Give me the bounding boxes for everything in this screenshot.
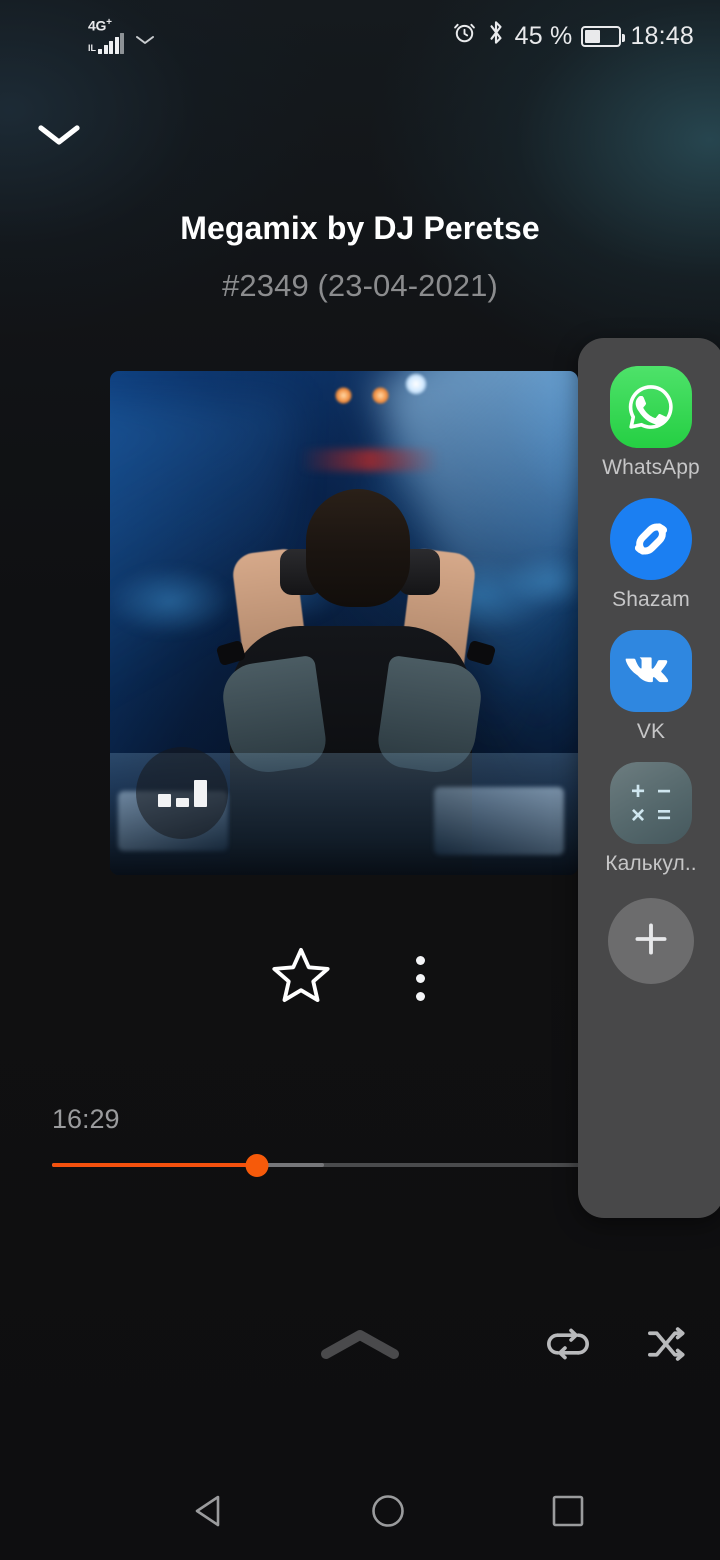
square-recents-icon: [551, 1494, 585, 1533]
status-bar-left: 4G+ IL: [88, 16, 155, 55]
share-item-label: Shazam: [612, 588, 690, 611]
elapsed-time-label: 16:29: [52, 1104, 120, 1134]
chevron-down-icon: [135, 33, 155, 51]
status-bar-right: 45 % 18:48: [452, 19, 694, 53]
seek-progress: [52, 1163, 258, 1167]
share-item-label: Калькул..: [605, 852, 697, 875]
player-bottom-controls: [0, 1300, 720, 1396]
shuffle-icon: [643, 1321, 689, 1372]
share-panel: WhatsApp Shazam VK + − × = Калькул..: [578, 338, 720, 1218]
circle-home-icon: [370, 1493, 406, 1534]
repeat-button[interactable]: [534, 1312, 602, 1380]
share-item-label: WhatsApp: [602, 456, 700, 479]
add-shortcut-button[interactable]: [608, 898, 694, 984]
phone-screen: 4G+ IL 45 % 18:48 Megamix by DJ Peretse …: [0, 0, 720, 1560]
shazam-icon: [610, 498, 692, 580]
nav-home-button[interactable]: [328, 1466, 448, 1560]
page-subtitle: #2349 (23-04-2021): [222, 268, 498, 303]
chevron-up-icon: [318, 1324, 402, 1369]
nav-recents-button[interactable]: [508, 1466, 628, 1560]
status-bar-clock: 18:48: [630, 21, 694, 50]
alarm-clock-icon: [452, 20, 477, 52]
calc-symbol-times: ×: [630, 802, 645, 829]
page-title: Megamix by DJ Peretse: [180, 210, 540, 246]
battery-icon: [581, 25, 626, 47]
star-outline-icon: [268, 943, 334, 1012]
network-type-text: 4G: [88, 17, 107, 34]
share-item-whatsapp[interactable]: WhatsApp: [578, 366, 720, 480]
album-artwork[interactable]: [110, 371, 578, 875]
share-item-vk[interactable]: VK: [578, 630, 720, 744]
calc-symbol-plus: +: [630, 778, 645, 805]
collapse-player-button[interactable]: [30, 108, 88, 166]
signal-row: IL: [88, 33, 124, 55]
plus-icon: [629, 917, 673, 966]
share-item-calculator[interactable]: + − × = Калькул..: [578, 762, 720, 876]
network-indicator: 4G+ IL: [88, 16, 124, 55]
nav-back-button[interactable]: [148, 1466, 268, 1560]
whatsapp-icon: [610, 366, 692, 448]
vk-icon: [610, 630, 692, 712]
triangle-back-icon: [191, 1493, 225, 1534]
android-nav-bar: [0, 1466, 720, 1560]
favorite-button[interactable]: [264, 940, 338, 1014]
bluetooth-icon: [486, 19, 506, 53]
battery-percent-label: 45 %: [514, 21, 573, 50]
chevron-down-icon: [36, 121, 82, 154]
network-sub-label: IL: [88, 43, 96, 54]
share-item-label: VK: [636, 720, 666, 743]
calc-symbol-equals: =: [656, 802, 671, 829]
network-type-label: 4G+: [88, 16, 112, 34]
more-vertical-icon: [415, 955, 425, 1001]
equalizer-icon: [136, 747, 228, 839]
calc-symbol-minus: −: [656, 778, 671, 805]
expand-queue-button[interactable]: [312, 1310, 408, 1382]
more-options-button[interactable]: [396, 944, 444, 1012]
repeat-icon: [545, 1321, 591, 1372]
shuffle-button[interactable]: [632, 1312, 700, 1380]
signal-bars-icon: [98, 33, 124, 55]
network-type-sup: +: [106, 16, 112, 28]
status-bar: 4G+ IL 45 % 18:48: [0, 0, 720, 72]
seek-thumb[interactable]: [245, 1154, 269, 1177]
calculator-icon: + − × =: [610, 762, 692, 844]
share-item-shazam[interactable]: Shazam: [578, 498, 720, 612]
